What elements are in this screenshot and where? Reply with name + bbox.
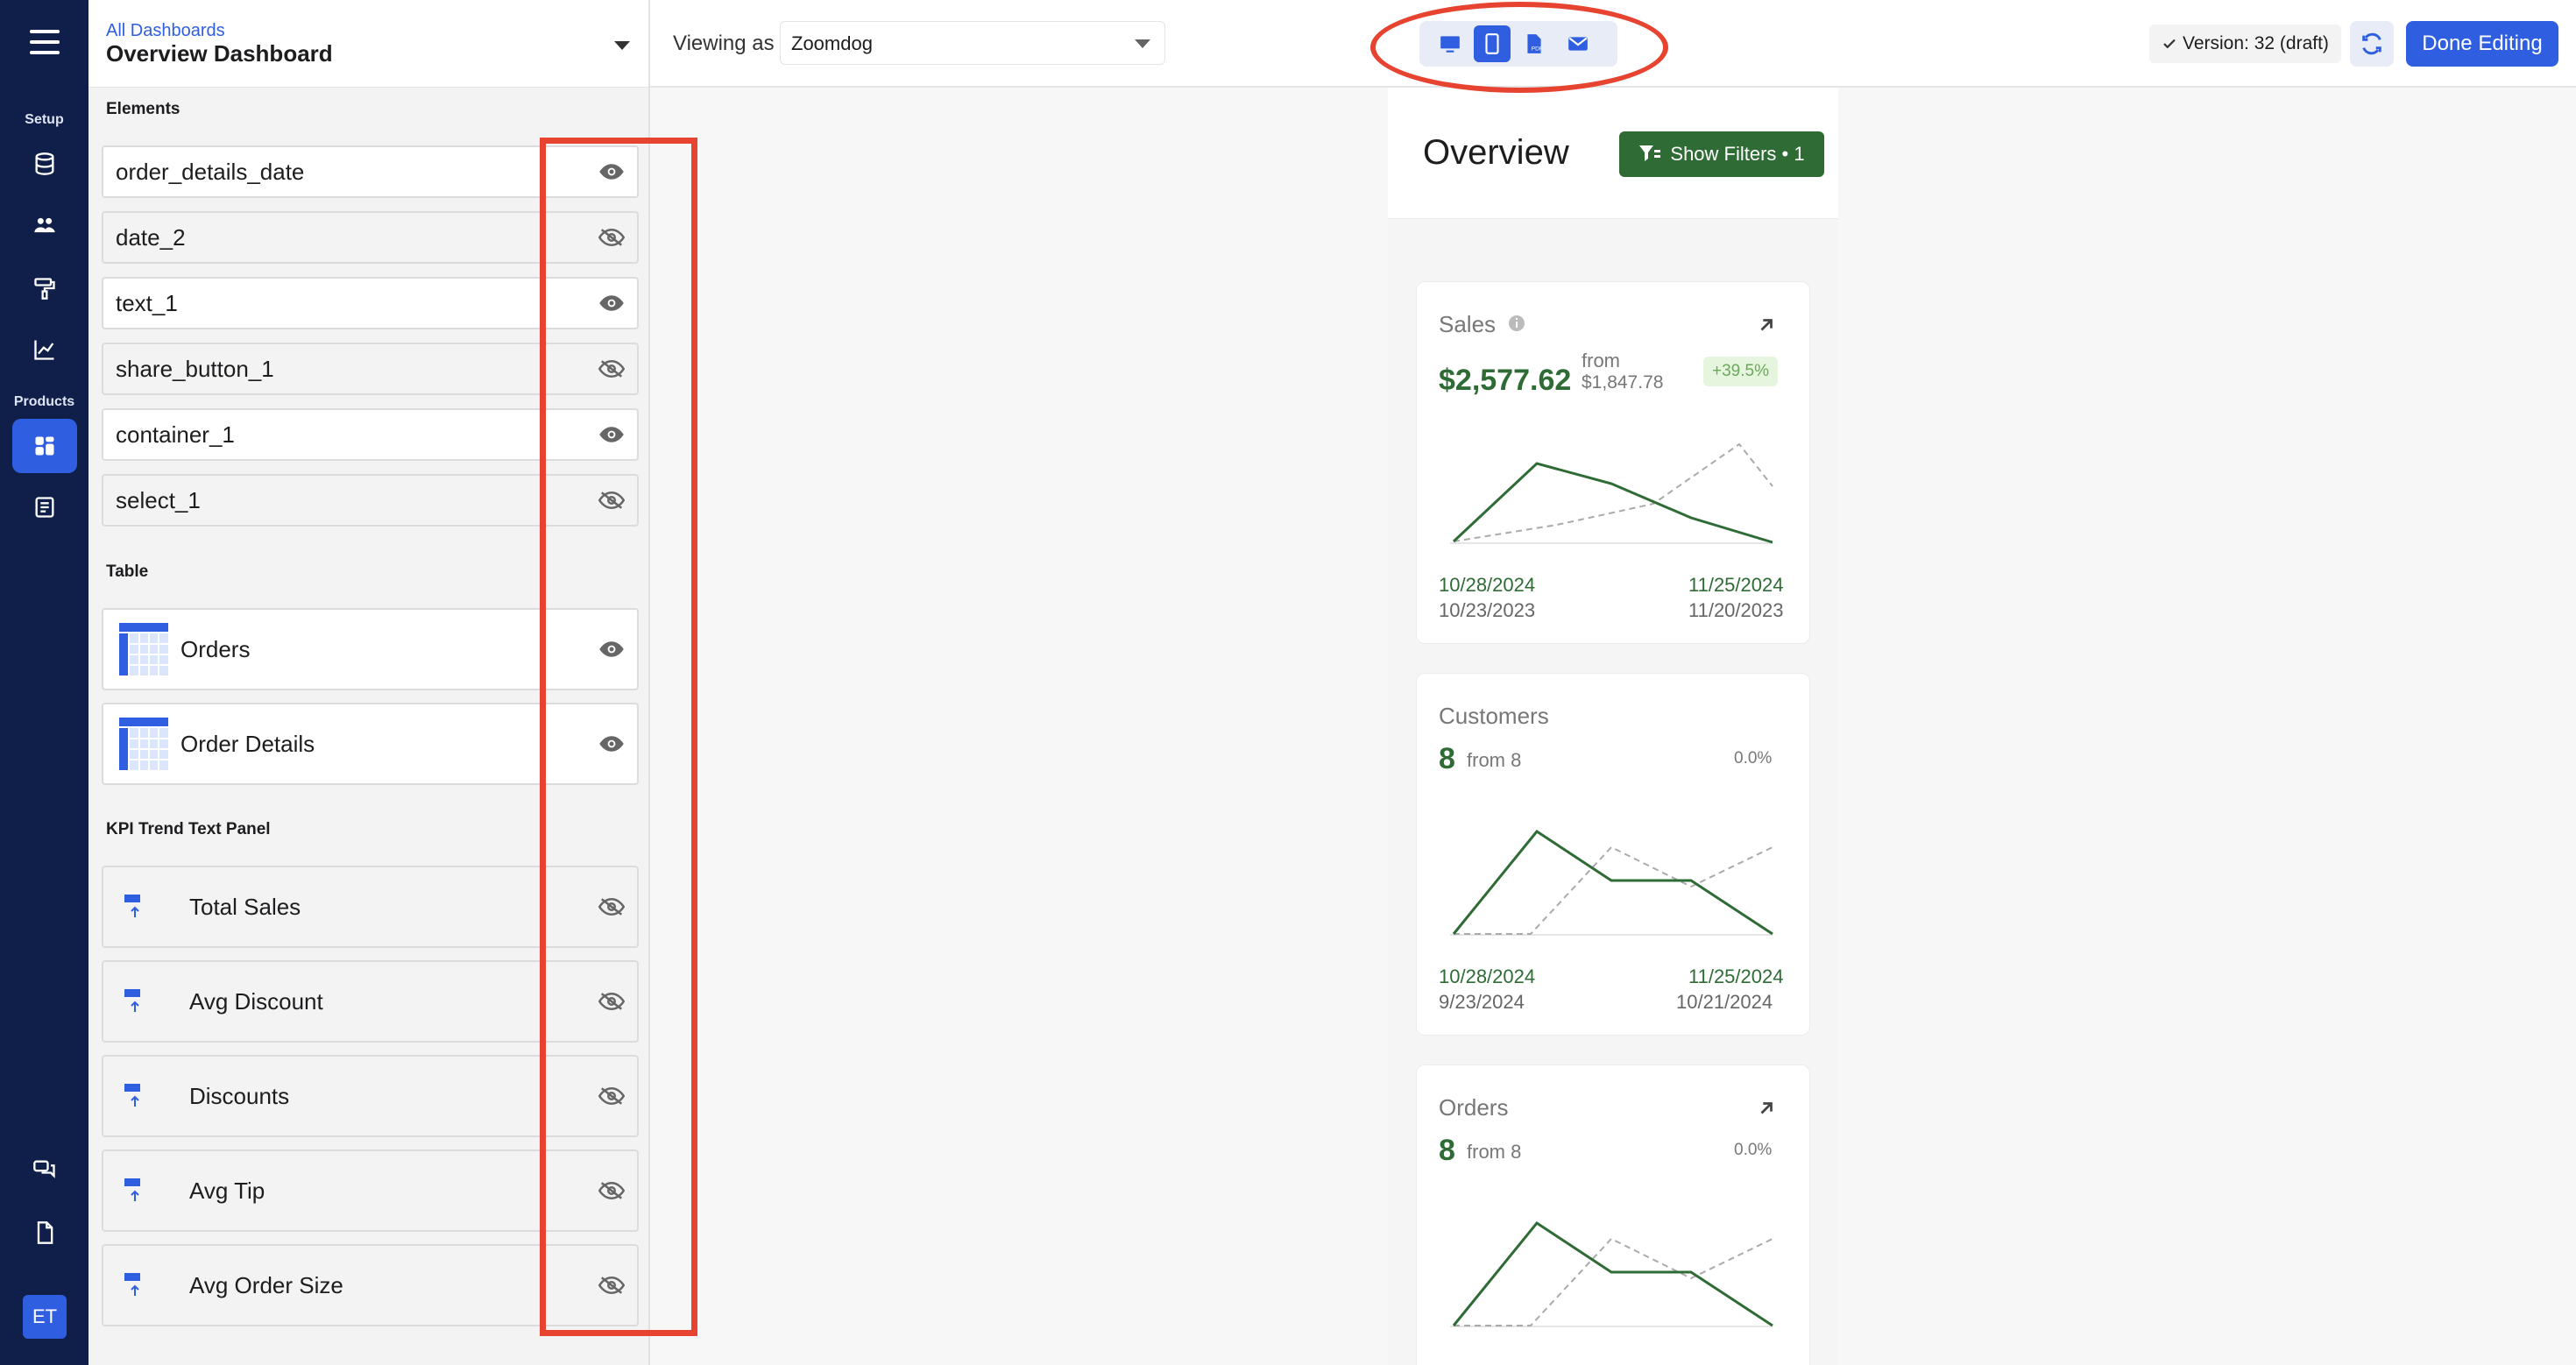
dashboard-title: Overview Dashboard xyxy=(106,40,333,67)
annotation-ellipse xyxy=(1370,2,1668,93)
kpi-label: Avg Order Size xyxy=(189,1271,343,1298)
arrow-up-right-icon[interactable] xyxy=(1757,1099,1776,1118)
document-icon[interactable] xyxy=(25,1213,65,1253)
arrow-up-right-icon[interactable] xyxy=(1757,315,1776,335)
card-from-label: from 8 xyxy=(1467,749,1522,771)
table-icon xyxy=(119,623,168,675)
preview-title: Overview xyxy=(1423,133,1569,172)
viewing-as-value: Zoomdog xyxy=(791,32,873,54)
refresh-button[interactable] xyxy=(2350,21,2394,67)
prev-date-start: 10/23/2023 xyxy=(1439,599,1536,621)
show-filters-label: Show Filters • 1 xyxy=(1670,143,1805,165)
table-icon xyxy=(119,718,168,770)
kpi-icon xyxy=(124,1178,140,1201)
sparkline-chart xyxy=(1450,442,1773,544)
card-value: 8 xyxy=(1439,1134,1455,1167)
filter-icon xyxy=(1639,145,1661,161)
refresh-icon xyxy=(2362,32,2381,55)
dashboard-icon[interactable] xyxy=(12,419,77,473)
card-title: Orders xyxy=(1439,1094,1509,1121)
date-end: 11/25/2024 xyxy=(1688,965,1784,987)
date-end: 11/25/2024 xyxy=(1688,574,1784,596)
element-label: date_2 xyxy=(116,223,186,251)
kpi-icon xyxy=(124,1084,140,1107)
table-label: Order Details xyxy=(180,730,315,757)
element-label: select_1 xyxy=(116,486,201,513)
database-icon[interactable] xyxy=(25,144,65,184)
element-label: container_1 xyxy=(116,421,235,448)
menu-icon[interactable] xyxy=(30,30,60,56)
prev-date-end: 11/20/2023 xyxy=(1688,599,1784,621)
card-from-label: from xyxy=(1582,350,1620,371)
kpi-icon xyxy=(124,895,140,917)
kpi-icon xyxy=(124,989,140,1012)
report-icon[interactable] xyxy=(25,487,65,527)
version-badge[interactable]: Version: 32 (draft) xyxy=(2149,25,2341,63)
chevron-down-icon[interactable] xyxy=(614,41,630,50)
sparkline-chart xyxy=(1450,830,1773,936)
products-label: Products xyxy=(13,394,75,409)
avatar[interactable]: ET xyxy=(23,1295,67,1339)
done-editing-button[interactable]: Done Editing xyxy=(2406,21,2558,67)
kpi-label: Avg Discount xyxy=(189,987,323,1015)
element-label: order_details_date xyxy=(116,158,305,185)
card-from-value: $1,847.78 xyxy=(1582,372,1664,393)
setup-label: Setup xyxy=(25,112,64,127)
date-start: 10/28/2024 xyxy=(1439,574,1536,596)
check-icon xyxy=(2163,39,2176,49)
card-title: Customers xyxy=(1439,703,1549,729)
sparkline-chart xyxy=(1450,1221,1773,1327)
annotation-rectangle xyxy=(540,138,697,1336)
card-change-badge: +39.5% xyxy=(1703,357,1778,386)
card-value: $2,577.62 xyxy=(1439,364,1572,397)
kpi-icon xyxy=(124,1273,140,1296)
chevron-down-icon xyxy=(1135,39,1150,48)
kpi-card-orders[interactable]: Orders 8 from 8 0.0% xyxy=(1416,1064,1810,1365)
element-label: share_button_1 xyxy=(116,355,274,382)
mobile-preview: Overview Show Filters • 1 Sales $2,577.6… xyxy=(1388,88,1838,1365)
chart-icon[interactable] xyxy=(25,329,65,370)
kpi-label: Discounts xyxy=(189,1082,290,1109)
card-title: Sales xyxy=(1439,311,1497,337)
section-table-label: Table xyxy=(106,562,149,581)
users-icon[interactable] xyxy=(25,205,65,245)
element-label: text_1 xyxy=(116,289,178,316)
card-value: 8 xyxy=(1439,742,1455,775)
info-icon xyxy=(1509,315,1525,331)
preview-header: Overview Show Filters • 1 xyxy=(1388,88,1838,219)
viewing-as-select[interactable]: Zoomdog xyxy=(780,21,1165,65)
section-kpi-label: KPI Trend Text Panel xyxy=(106,820,271,838)
left-nav-rail: Setup Products ET xyxy=(0,0,88,1365)
paint-roller-icon[interactable] xyxy=(25,268,65,308)
date-start: 10/28/2024 xyxy=(1439,965,1536,987)
section-elements-label: Elements xyxy=(106,100,180,118)
show-filters-button[interactable]: Show Filters • 1 xyxy=(1619,131,1824,177)
card-from-label: from 8 xyxy=(1467,1141,1522,1163)
kpi-card-sales[interactable]: Sales $2,577.62 from $1,847.78 +39.5% 10… xyxy=(1416,281,1810,644)
breadcrumb-all-dashboards[interactable]: All Dashboards xyxy=(106,21,225,41)
prev-date-start: 9/23/2024 xyxy=(1439,991,1525,1013)
card-change: 0.0% xyxy=(1734,749,1773,767)
kpi-card-customers[interactable]: Customers 8 from 8 0.0% 10/28/2024 11/25… xyxy=(1416,673,1810,1036)
prev-date-end: 10/21/2024 xyxy=(1676,991,1773,1013)
chat-icon[interactable] xyxy=(25,1149,65,1190)
sidebar-header: All Dashboards Overview Dashboard xyxy=(88,0,648,88)
kpi-label: Avg Tip xyxy=(189,1177,265,1204)
table-label: Orders xyxy=(180,635,251,662)
version-label: Version: 32 (draft) xyxy=(2183,33,2329,53)
kpi-label: Total Sales xyxy=(189,893,301,920)
card-change: 0.0% xyxy=(1734,1141,1773,1159)
viewing-as-label: Viewing as xyxy=(673,32,775,55)
